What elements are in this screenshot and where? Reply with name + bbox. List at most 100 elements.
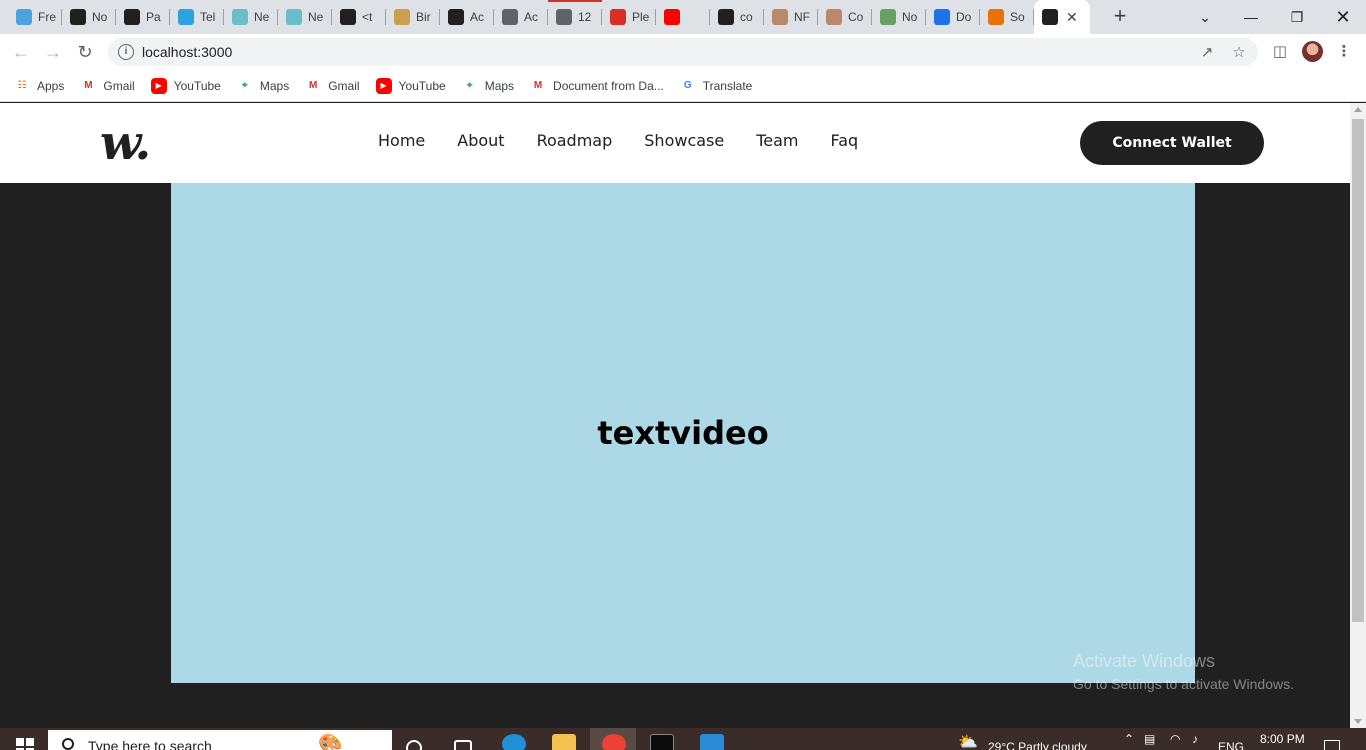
tab[interactable]: No <box>872 0 926 34</box>
tab[interactable]: Do <box>926 0 980 34</box>
bookmarks-bar: ☷ Apps M Gmail ▶ YouTube ⌖ Maps M Gmail ▶ YouTube ⌖ M… <box>0 70 1366 102</box>
volume-icon[interactable]: ♪ <box>1192 732 1198 746</box>
scrollbar-thumb[interactable] <box>1352 119 1364 622</box>
bookmark-label: Apps <box>37 78 65 93</box>
bookmark-item[interactable]: G Translate <box>680 78 752 94</box>
file-explorer-icon[interactable] <box>552 734 576 750</box>
bookmark-star-icon[interactable]: ☆ <box>1230 44 1248 62</box>
nav-link-team[interactable]: Team <box>756 131 798 150</box>
profile-avatar[interactable] <box>1302 41 1323 62</box>
cortana-icon[interactable] <box>406 740 422 750</box>
tab[interactable]: NF <box>764 0 818 34</box>
nav-link-faq[interactable]: Faq <box>831 131 859 150</box>
tab-active[interactable]: ✕ <box>1034 0 1090 34</box>
search-icon <box>62 738 74 750</box>
notifications-icon[interactable] <box>1324 740 1340 750</box>
tab[interactable]: Co <box>818 0 872 34</box>
back-button[interactable]: ← <box>10 41 32 63</box>
minimize-button[interactable]: — <box>1228 0 1274 34</box>
avatar-icon <box>772 9 788 25</box>
forward-button[interactable]: → <box>42 41 64 63</box>
telegram-icon <box>178 9 194 25</box>
github-icon <box>448 9 464 25</box>
nav-link-home[interactable]: Home <box>378 131 425 150</box>
bookmark-item[interactable]: M Gmail <box>80 78 135 94</box>
close-window-button[interactable]: ✕ <box>1320 0 1366 34</box>
nav-link-about[interactable]: About <box>457 131 504 150</box>
weather-icon[interactable]: ⛅ <box>958 732 978 750</box>
address-bar[interactable]: i localhost:3000 ↗ ☆ <box>108 38 1258 66</box>
terminal-icon[interactable] <box>650 734 674 750</box>
weather-text[interactable]: 29°C Partly cloudy <box>988 740 1087 750</box>
tab[interactable]: Ne <box>224 0 278 34</box>
tab[interactable]: Bir <box>386 0 440 34</box>
tab[interactable]: Tel <box>170 0 224 34</box>
apps-icon: ☷ <box>17 80 27 91</box>
bookmark-item[interactable]: ⌖ Maps <box>237 78 289 94</box>
close-tab-icon[interactable]: ✕ <box>1066 9 1078 26</box>
nav-link-roadmap[interactable]: Roadmap <box>537 131 613 150</box>
tab[interactable]: No <box>62 0 116 34</box>
bookmark-item[interactable]: M Gmail <box>305 78 360 94</box>
tab-title: No <box>92 10 108 24</box>
watermark-subtitle: Go to Settings to activate Windows. <box>1073 676 1294 692</box>
new-tab-button[interactable]: + <box>1110 5 1130 27</box>
taskbar-search-placeholder[interactable]: Type here to search <box>88 738 212 750</box>
page-scrollbar[interactable] <box>1350 103 1366 728</box>
youtube-icon: ▶ <box>375 77 392 94</box>
chrome-icon[interactable] <box>602 734 626 750</box>
site-info-icon[interactable]: i <box>118 44 134 60</box>
tab-search-chevron-icon[interactable]: ⌄ <box>1182 0 1228 34</box>
windows-start-icon[interactable] <box>16 738 34 750</box>
download-icon <box>934 9 950 25</box>
scroll-up-arrow-icon[interactable] <box>1354 107 1362 112</box>
tab[interactable]: Ac <box>440 0 494 34</box>
tab[interactable]: So <box>980 0 1034 34</box>
medium-icon <box>340 9 356 25</box>
edge-icon[interactable] <box>502 734 526 750</box>
vscode-icon[interactable] <box>700 734 724 750</box>
tab[interactable]: 12 <box>548 0 602 34</box>
tab[interactable]: Ac <box>494 0 548 34</box>
bookmark-item[interactable]: ▶ YouTube <box>150 77 221 94</box>
tab-title: Ple <box>632 10 650 24</box>
wifi-icon[interactable]: ◠ <box>1170 732 1180 746</box>
network-icon[interactable]: ▤ <box>1144 732 1155 746</box>
tab-strip: Fre No Pa Tel Ne Ne <t Bir Ac Ac 12 Ple co NF Co No Do So… <box>0 0 1366 34</box>
cube-icon <box>880 9 896 25</box>
translate-icon: G <box>683 80 692 91</box>
tab-title: Fre <box>38 10 56 24</box>
share-icon[interactable]: ↗ <box>1198 44 1216 62</box>
nav-link-showcase[interactable]: Showcase <box>644 131 724 150</box>
maps-icon: ⌖ <box>242 80 248 91</box>
bookmark-item[interactable]: ☷ Apps <box>14 78 65 94</box>
bookmark-item[interactable]: M Document from Da... <box>530 78 664 94</box>
address-url[interactable]: localhost:3000 <box>142 44 232 60</box>
globe-icon <box>286 9 302 25</box>
language-indicator[interactable]: ENG <box>1218 740 1244 750</box>
tray-chevron-icon[interactable]: ⌃ <box>1124 732 1134 746</box>
tab[interactable]: <t <box>332 0 386 34</box>
tab[interactable] <box>656 0 710 34</box>
connect-wallet-button[interactable]: Connect Wallet <box>1080 121 1264 165</box>
tab[interactable]: Fre <box>8 0 62 34</box>
scroll-down-arrow-icon[interactable] <box>1354 719 1362 724</box>
bookmark-item[interactable]: ▶ YouTube <box>375 77 446 94</box>
clock-time[interactable]: 8:00 PM <box>1260 732 1305 746</box>
bookmark-item[interactable]: ⌖ Maps <box>462 78 514 94</box>
menu-kebab-icon[interactable]: ⋮ <box>1334 42 1354 62</box>
youtube-icon <box>664 9 680 25</box>
tab-title: Ne <box>254 10 270 24</box>
side-panel-icon[interactable]: ◫ <box>1270 42 1290 62</box>
tab[interactable]: Ple <box>602 0 656 34</box>
tab[interactable]: Ne <box>278 0 332 34</box>
restore-button[interactable]: ❐ <box>1274 0 1320 34</box>
site-logo[interactable]: w. <box>100 115 151 171</box>
windows-taskbar: Type here to search 🎨 ⛅ 29°C Partly clou… <box>0 728 1366 750</box>
tab[interactable]: Pa <box>116 0 170 34</box>
task-view-icon[interactable] <box>454 740 472 750</box>
reload-button[interactable]: ↻ <box>74 41 96 63</box>
taskbar-search-box[interactable]: Type here to search 🎨 <box>48 730 392 750</box>
gmail-icon: M <box>533 80 543 91</box>
tab[interactable]: co <box>710 0 764 34</box>
